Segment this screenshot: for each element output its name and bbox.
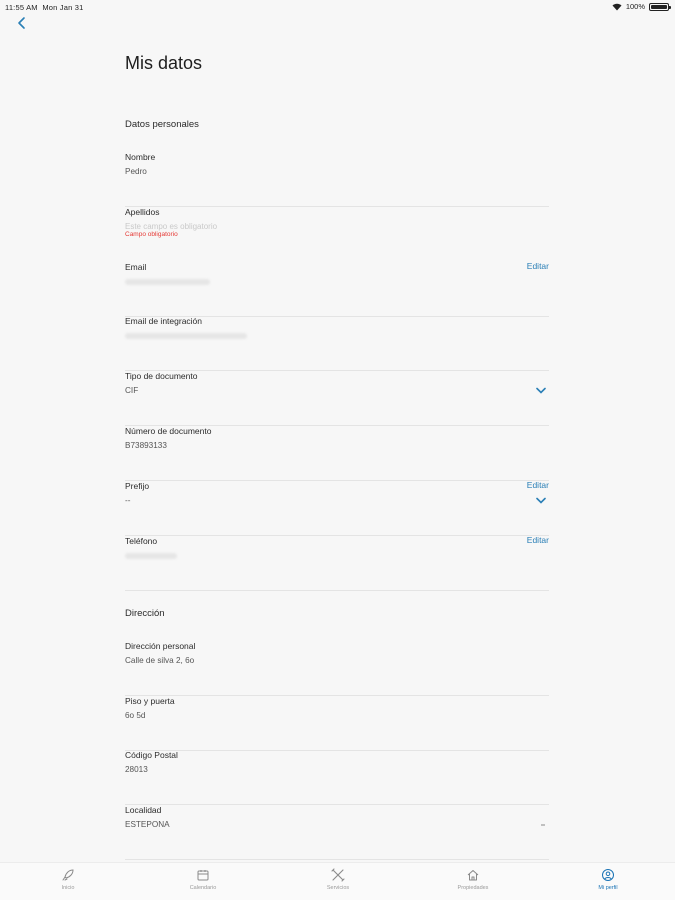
status-right: 100%: [612, 2, 671, 11]
field-placeholder[interactable]: Este campo es obligatorio: [125, 222, 217, 231]
field-label: Localidad: [125, 805, 162, 815]
profile-icon: [602, 869, 614, 881]
field-value[interactable]: Pedro: [125, 167, 147, 176]
battery-icon: [649, 2, 671, 11]
field-direccion-personal[interactable]: Dirección personal Calle de silva 2, 6o: [125, 641, 549, 696]
field-value[interactable]: --: [125, 496, 130, 505]
field-value[interactable]: Calle de silva 2, 6o: [125, 656, 194, 665]
field-label: Prefijo: [125, 481, 150, 491]
redacted-value: [125, 553, 177, 559]
field-label: Teléfono: [125, 536, 158, 546]
field-localidad[interactable]: Localidad ESTEPONA: [125, 805, 549, 860]
tools-icon: [331, 868, 345, 882]
field-label: Email: [125, 262, 147, 272]
section-address: Dirección: [125, 608, 165, 619]
field-label: Dirección personal: [125, 641, 196, 651]
field-email-integracion[interactable]: Email de integración: [125, 316, 549, 371]
status-time: 11:55 AM Mon Jan 31: [5, 3, 84, 12]
date-text: Mon Jan 31: [42, 3, 84, 12]
tab-calendario[interactable]: Calendario: [158, 868, 248, 898]
field-label: Número de documento: [125, 426, 212, 436]
tab-servicios[interactable]: Servicios: [293, 868, 383, 898]
field-email[interactable]: Email Editar: [125, 261, 549, 317]
tab-label: Propiedades: [457, 885, 489, 891]
redacted-value: [125, 333, 247, 339]
edit-prefijo-button[interactable]: Editar: [527, 480, 549, 490]
time-text: 11:55 AM: [5, 3, 38, 12]
tab-label: Servicios: [326, 885, 350, 891]
field-apellidos[interactable]: Apellidos Este campo es obligatorio Camp…: [125, 207, 549, 262]
rocket-icon: [62, 869, 74, 881]
error-message: Campo obligatorio: [125, 231, 178, 238]
status-bar: 11:55 AM Mon Jan 31 100%: [0, 0, 675, 14]
divider: [125, 859, 549, 860]
chevron-down-icon[interactable]: [536, 497, 546, 504]
edit-email-button[interactable]: Editar: [527, 261, 549, 271]
section-personal-data: Datos personales: [125, 119, 199, 130]
field-codigo-postal[interactable]: Código Postal 28013: [125, 750, 549, 805]
tab-label: Calendario: [189, 885, 217, 891]
field-label: Nombre: [125, 152, 156, 162]
edit-telefono-button[interactable]: Editar: [527, 535, 549, 545]
field-value[interactable]: 6o 5d: [125, 711, 146, 720]
home-icon: [467, 870, 479, 881]
field-label: Código Postal: [125, 750, 178, 760]
battery-percent: 100%: [625, 2, 645, 11]
divider: [125, 590, 549, 591]
wifi-icon: [612, 3, 622, 10]
field-value[interactable]: 28013: [125, 765, 148, 774]
back-chevron-icon[interactable]: [15, 16, 29, 30]
field-value[interactable]: CIF: [125, 386, 138, 395]
field-label: Tipo de documento: [125, 371, 198, 381]
tab-label: Inicio: [61, 885, 75, 891]
calendar-icon: [197, 870, 209, 881]
field-prefijo[interactable]: Prefijo -- Editar: [125, 480, 549, 536]
page-title: Mis datos: [125, 53, 203, 73]
field-label: Piso y puerta: [125, 696, 175, 706]
field-nombre[interactable]: Nombre Pedro: [125, 152, 549, 207]
field-telefono[interactable]: Teléfono Editar: [125, 535, 549, 591]
dropdown-indicator-icon[interactable]: [540, 823, 546, 827]
tab-label: Mi perfil: [598, 885, 618, 891]
tab-inicio[interactable]: Inicio: [23, 868, 113, 898]
field-label: Email de integración: [125, 316, 203, 326]
field-value[interactable]: B73893133: [125, 441, 167, 450]
tab-mi-perfil[interactable]: Mi perfil: [563, 868, 653, 898]
field-label: Apellidos: [125, 207, 160, 217]
field-value[interactable]: ESTEPONA: [125, 820, 170, 829]
field-piso-puerta[interactable]: Piso y puerta 6o 5d: [125, 696, 549, 751]
chevron-down-icon[interactable]: [536, 387, 546, 394]
field-numero-documento[interactable]: Número de documento B73893133: [125, 426, 549, 481]
tab-propiedades[interactable]: Propiedades: [428, 868, 518, 898]
field-tipo-documento[interactable]: Tipo de documento CIF: [125, 371, 549, 426]
redacted-value: [125, 279, 210, 285]
